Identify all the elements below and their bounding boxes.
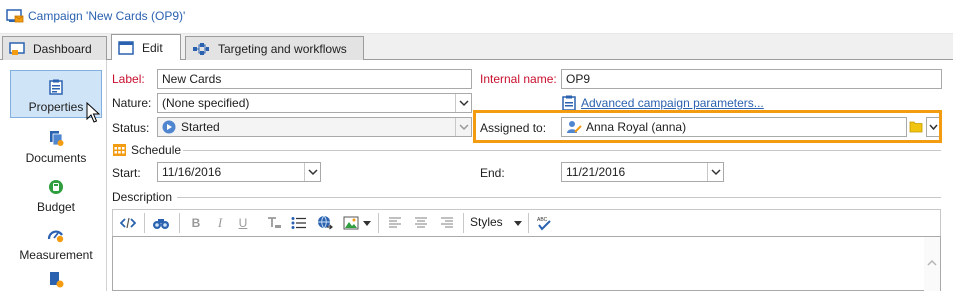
- workflow-icon: [193, 42, 209, 55]
- toolbar-separator: [144, 213, 145, 233]
- nature-caption: Nature:: [112, 96, 152, 110]
- sidebar-item-budget[interactable]: Budget: [10, 169, 102, 217]
- description-caption: Description: [112, 190, 173, 204]
- schedule-divider: [183, 150, 941, 151]
- tab-targeting-workflows[interactable]: Targeting and workflows: [185, 36, 364, 60]
- insert-link-icon[interactable]: [316, 214, 334, 232]
- image-options-dropdown-icon[interactable]: [362, 214, 372, 232]
- end-date-field[interactable]: 11/21/2016: [561, 162, 724, 182]
- clear-formatting-icon[interactable]: [265, 214, 283, 232]
- budget-icon: [49, 180, 63, 194]
- editor-scrollbar[interactable]: [924, 237, 940, 291]
- styles-dropdown[interactable]: Styles: [470, 215, 503, 229]
- status-caption: Status:: [112, 121, 150, 135]
- bold-icon[interactable]: B: [187, 214, 205, 232]
- styles-dropdown-arrow-icon[interactable]: [514, 221, 522, 226]
- edit-icon: [118, 40, 134, 55]
- window-title: Campaign 'New Cards (OP9)': [28, 9, 186, 23]
- underline-icon[interactable]: U: [234, 214, 252, 232]
- sidebar-item-label: Budget: [36, 200, 76, 214]
- description-editor[interactable]: [112, 236, 941, 291]
- sidebar-item-documents[interactable]: Documents: [10, 120, 102, 168]
- insert-image-icon[interactable]: [342, 214, 360, 232]
- find-icon[interactable]: [152, 214, 170, 232]
- advanced-campaign-parameters-link[interactable]: Advanced campaign parameters...: [581, 96, 764, 110]
- sidebar-item-measurement[interactable]: Measurement: [10, 217, 102, 265]
- chevron-up-icon[interactable]: [924, 257, 940, 269]
- styles-label: Styles: [470, 215, 503, 229]
- svg-text:ABC: ABC: [537, 217, 548, 223]
- sidebar-item-label: Properties: [28, 100, 84, 114]
- chevron-down-icon: [455, 118, 471, 136]
- align-right-icon[interactable]: [438, 214, 456, 232]
- status-field: Started: [157, 117, 472, 137]
- schedule-caption: Schedule: [131, 143, 182, 157]
- tab-label: Dashboard: [33, 41, 92, 56]
- source-code-icon[interactable]: [119, 214, 137, 232]
- toolbar-separator: [463, 213, 464, 233]
- italic-icon[interactable]: I: [211, 214, 229, 232]
- dashboard-icon: [9, 41, 25, 55]
- campaign-icon: [6, 9, 24, 23]
- end-caption: End:: [480, 166, 505, 180]
- nature-select[interactable]: (None specified): [157, 93, 472, 113]
- toolbar-separator: [179, 213, 180, 233]
- clipboard-icon: [49, 79, 63, 95]
- tab-edit[interactable]: Edit: [111, 34, 181, 60]
- spell-check-icon[interactable]: ABC: [535, 214, 553, 232]
- tab-dashboard[interactable]: Dashboard: [2, 36, 107, 60]
- internal-name-caption: Internal name:: [480, 72, 557, 86]
- highlight-box: [473, 110, 942, 143]
- chevron-down-icon[interactable]: [304, 163, 320, 181]
- toolbar-separator: [378, 213, 379, 233]
- chevron-down-icon[interactable]: [707, 163, 723, 181]
- internal-name-input[interactable]: OP9: [561, 69, 942, 89]
- toolbar-separator: [528, 213, 529, 233]
- label-caption: Label:: [112, 72, 145, 86]
- align-center-icon[interactable]: [412, 214, 430, 232]
- tab-label: Edit: [142, 40, 163, 55]
- chevron-down-icon[interactable]: [455, 94, 471, 112]
- clipboard-icon: [562, 95, 576, 111]
- tab-label: Targeting and workflows: [218, 41, 347, 56]
- partial-sidebar-icon: [50, 272, 64, 288]
- start-date-field[interactable]: 11/16/2016: [157, 162, 321, 182]
- measurement-icon: [47, 230, 64, 243]
- label-input[interactable]: New Cards: [157, 69, 472, 89]
- play-icon: [162, 120, 176, 134]
- bullet-list-icon[interactable]: [290, 214, 308, 232]
- description-divider: [177, 197, 941, 198]
- start-caption: Start:: [112, 166, 141, 180]
- sidebar-item-label: Measurement: [19, 248, 93, 262]
- sidebar-item-label: Documents: [25, 151, 87, 165]
- align-left-icon[interactable]: [386, 214, 404, 232]
- documents-icon: [50, 131, 64, 146]
- calendar-icon: [113, 144, 126, 156]
